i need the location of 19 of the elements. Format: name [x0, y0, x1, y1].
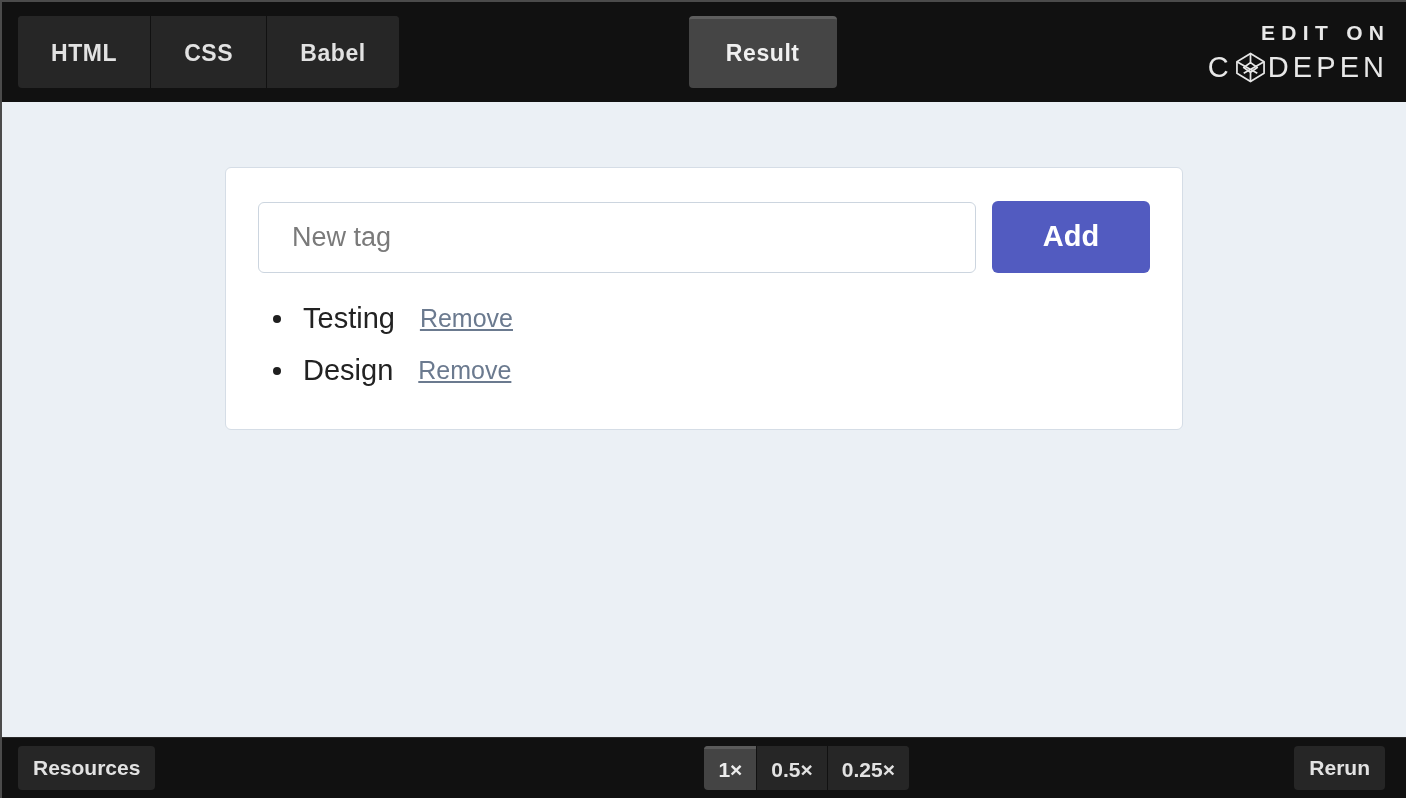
add-button[interactable]: Add — [992, 201, 1150, 273]
edit-on-codepen-link[interactable]: EDIT ON C DEPEN — [1207, 21, 1384, 83]
editor-tab[interactable]: Babel — [267, 16, 399, 88]
zoom-option[interactable]: 0.25× — [827, 746, 909, 790]
cube-icon — [1234, 51, 1266, 83]
tag-label: Testing — [303, 301, 395, 337]
rerun-button[interactable]: Rerun — [1294, 746, 1385, 790]
bullet-icon — [273, 315, 281, 323]
zoom-option[interactable]: 1× — [704, 746, 757, 790]
remove-link[interactable]: Remove — [418, 352, 512, 390]
editor-tab[interactable]: CSS — [151, 16, 267, 88]
bullet-icon — [273, 367, 281, 375]
result-tab[interactable]: Result — [688, 16, 837, 88]
resources-button[interactable]: Resources — [18, 746, 156, 790]
zoom-option[interactable]: 0.5× — [757, 746, 827, 790]
tag-label: Design — [303, 353, 394, 389]
new-tag-input[interactable]: New tag — [258, 201, 976, 273]
remove-link[interactable]: Remove — [419, 300, 513, 338]
editor-tab[interactable]: HTML — [18, 16, 151, 88]
